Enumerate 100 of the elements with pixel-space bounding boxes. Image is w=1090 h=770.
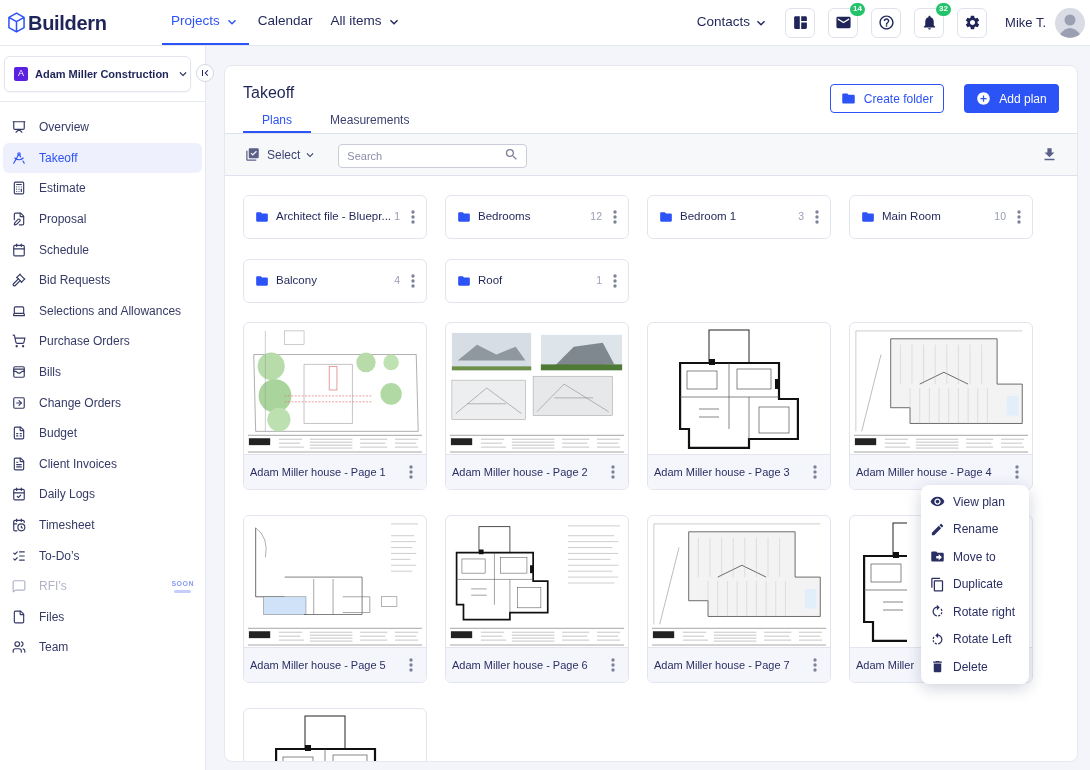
- help-icon: [877, 14, 895, 31]
- plan-name: Adam Miller house - Page 7: [654, 657, 790, 673]
- folder-card[interactable]: Bedroom 1 3: [647, 195, 831, 239]
- brand-name: Buildern: [28, 10, 107, 36]
- folder-card[interactable]: Main Room 10: [849, 195, 1033, 239]
- sidebar-item[interactable]: Client Invoices: [3, 448, 202, 480]
- sidebar-item[interactable]: Bid Requests: [3, 264, 202, 296]
- plan-name: Adam Miller: [856, 657, 915, 673]
- calendar-clock-icon: [12, 518, 26, 532]
- shopping-cart-icon: [12, 334, 26, 349]
- menu-item[interactable]: Delete: [921, 653, 1029, 681]
- item-count: 12: [590, 209, 602, 225]
- kebab-icon: [409, 465, 413, 479]
- count-badge: 14: [850, 2, 866, 16]
- kebab-icon: [1017, 210, 1021, 224]
- tab[interactable]: Measurements: [311, 108, 429, 133]
- collapse-sidebar-button[interactable]: [196, 64, 214, 82]
- folder-card[interactable]: Architect file - Bluepr... 1: [243, 195, 427, 239]
- layout-button[interactable]: [785, 7, 816, 38]
- folder-card[interactable]: Balcony 4: [243, 259, 427, 303]
- speech-bubble-icon: [12, 579, 26, 594]
- company-initial: A: [14, 67, 28, 81]
- wallet-icon: [12, 365, 26, 380]
- document-pen-icon: [12, 212, 26, 227]
- kebab-icon: [411, 274, 415, 288]
- folder-name: Architect file - Bluepr...: [276, 209, 392, 225]
- sidebar-item[interactable]: Purchase Orders: [3, 326, 202, 357]
- sidebar-item[interactable]: Timesheet: [3, 509, 202, 541]
- folder-card[interactable]: Bedrooms 12: [445, 195, 629, 239]
- folder-name: Bedroom 1: [680, 209, 737, 225]
- file-icon: [12, 609, 26, 624]
- sidebar-item[interactable]: Schedule: [3, 234, 202, 265]
- user-avatar-icon[interactable]: [1055, 7, 1085, 38]
- plan-name: Adam Miller house - Page 2: [452, 464, 588, 480]
- count-badge: 32: [936, 2, 952, 16]
- sidebar-item[interactable]: Daily Logs: [3, 479, 202, 510]
- easel-icon: [12, 120, 26, 135]
- user-name: Mike T.: [1005, 13, 1046, 32]
- help-button[interactable]: [871, 7, 902, 38]
- item-count: 1: [394, 209, 400, 225]
- search-field[interactable]: Search: [338, 143, 528, 168]
- copy-icon: [930, 576, 945, 592]
- folder-name: Bedrooms: [478, 209, 531, 225]
- people-icon: [12, 640, 26, 655]
- rotate-left-icon: [930, 631, 945, 647]
- sidebar-item[interactable]: Files: [3, 601, 202, 633]
- plan-card[interactable]: Adam Miller house - Page 2: [445, 322, 629, 490]
- spreadsheet-file-icon: [12, 426, 26, 441]
- page-title: Takeoff: [243, 83, 296, 103]
- kebab-icon: [613, 274, 617, 288]
- plan-card[interactable]: Adam Miller house - Page 1: [243, 322, 427, 490]
- kebab-icon: [411, 210, 415, 224]
- plan-card[interactable]: Adam Miller house - Page 6: [445, 515, 629, 683]
- sidebar-item[interactable]: Estimate: [3, 173, 202, 204]
- kebab-icon: [813, 465, 817, 479]
- sidebar-item[interactable]: Bills: [3, 356, 202, 388]
- select-dropdown[interactable]: Select: [245, 145, 318, 164]
- sidebar-item[interactable]: Proposal: [3, 203, 202, 235]
- item-count: 3: [798, 209, 804, 225]
- kebab-icon: [611, 465, 615, 479]
- folder-icon: [255, 274, 269, 288]
- drafting-compass-icon: [12, 150, 26, 165]
- folder-icon: [255, 210, 269, 224]
- company-selector[interactable]: A Adam Miller Construction: [4, 56, 191, 92]
- folder-icon: [861, 210, 875, 224]
- create-folder-button[interactable]: Create folder: [830, 84, 944, 113]
- kebab-icon: [1015, 465, 1019, 479]
- nav-tab[interactable]: All items: [321, 0, 411, 45]
- sidebar-item[interactable]: Selections and Allowances: [3, 295, 202, 327]
- folder-arrow-icon: [930, 549, 945, 565]
- menu-item[interactable]: Rotate right: [921, 598, 1029, 626]
- plan-name: Adam Miller house - Page 3: [654, 464, 790, 480]
- kebab-icon: [613, 210, 617, 224]
- envelope-icon: [834, 14, 852, 31]
- plan-name: Adam Miller house - Page 6: [452, 657, 588, 673]
- settings-button[interactable]: [957, 7, 988, 38]
- sidebar-item[interactable]: Overview: [3, 112, 202, 143]
- sidebar-item[interactable]: Change Orders: [3, 387, 202, 418]
- sidebar-item[interactable]: Budget: [3, 417, 202, 449]
- menu-item[interactable]: View plan: [921, 488, 1029, 516]
- plan-card[interactable]: Adam Miller house - Page 7: [647, 515, 831, 683]
- laptop-icon: [12, 303, 26, 318]
- item-count: 10: [994, 209, 1006, 225]
- sidebar-item[interactable]: Team: [3, 632, 202, 663]
- nav-tab[interactable]: Calendar: [248, 0, 322, 45]
- add-plan-button[interactable]: Add plan: [964, 84, 1059, 113]
- plan-card[interactable]: Adam Miller house - Page 3: [647, 322, 831, 490]
- plan-card[interactable]: Adam Miller house - Page 5: [243, 515, 427, 683]
- menu-item[interactable]: Duplicate: [921, 570, 1029, 598]
- kebab-icon: [611, 658, 615, 672]
- menu-item[interactable]: Rotate Left: [921, 625, 1029, 653]
- menu-item[interactable]: Rename: [921, 515, 1029, 543]
- sidebar-item[interactable]: To-Do’s: [3, 540, 202, 571]
- folder-card[interactable]: Roof 1: [445, 259, 629, 303]
- folder-icon: [457, 210, 471, 224]
- menu-item[interactable]: Move to: [921, 543, 1029, 571]
- plan-name: Adam Miller house - Page 4: [856, 464, 992, 480]
- folder-name: Roof: [478, 273, 503, 289]
- sidebar-item[interactable]: Takeoff: [3, 142, 202, 174]
- contacts-menu[interactable]: Contacts: [696, 12, 770, 33]
